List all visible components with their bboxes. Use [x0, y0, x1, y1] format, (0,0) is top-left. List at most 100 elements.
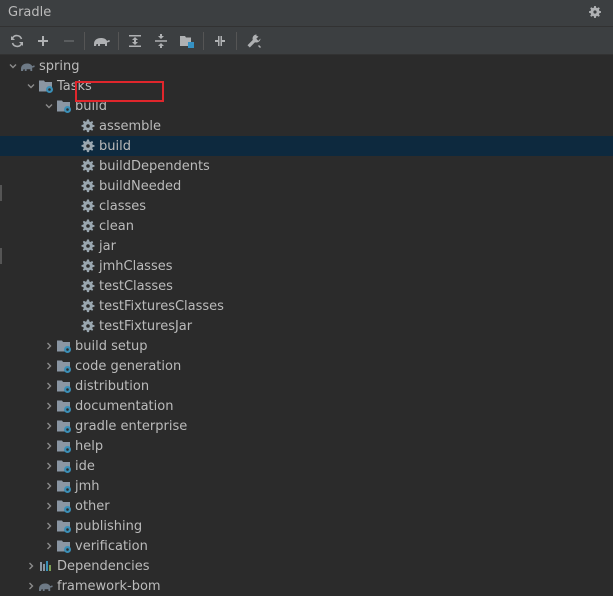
chevron-right-icon[interactable]	[42, 539, 56, 553]
chevron-right-icon[interactable]	[42, 339, 56, 353]
elephant-icon	[94, 38, 110, 46]
tree-item-task[interactable]: buildDependents	[0, 156, 613, 176]
task-group-folder-icon	[56, 418, 72, 434]
task-group-folder-icon	[56, 478, 72, 494]
expand-all-icon	[129, 35, 141, 47]
tree-item-project[interactable]: framework-bom	[0, 576, 613, 596]
tree-item-task[interactable]: assemble	[0, 116, 613, 136]
tree-item-label: code generation	[75, 358, 182, 374]
chevron-down-icon[interactable]	[42, 99, 56, 113]
offline-mode-button[interactable]	[211, 32, 229, 50]
tree-item-task[interactable]: clean	[0, 216, 613, 236]
tree-item-dependencies[interactable]: Dependencies	[0, 556, 613, 576]
tree-item-task-group[interactable]: publishing	[0, 516, 613, 536]
tree-item-task-group[interactable]: other	[0, 496, 613, 516]
task-group-folder-icon	[56, 538, 72, 554]
tree-item-task-group[interactable]: documentation	[0, 396, 613, 416]
task-group-folder-icon	[56, 98, 72, 114]
tree-item-label: testClasses	[99, 278, 173, 294]
group-button[interactable]	[178, 32, 196, 50]
unlink-project-button[interactable]	[60, 32, 78, 50]
task-gear-icon	[80, 218, 96, 234]
tree-item-label: clean	[99, 218, 134, 234]
reload-button[interactable]	[8, 32, 26, 50]
task-gear-icon	[80, 238, 96, 254]
tree-item-task-group[interactable]: jmh	[0, 476, 613, 496]
tree-item-task[interactable]: jmhClasses	[0, 256, 613, 276]
offline-icon	[215, 36, 225, 46]
tree-item-task-group[interactable]: code generation	[0, 356, 613, 376]
tree-item-task[interactable]: build	[0, 136, 613, 156]
tree-item-label: build	[75, 98, 107, 114]
tree-item-label: assemble	[99, 118, 162, 134]
chevron-right-icon[interactable]	[42, 399, 56, 413]
tree-item-task-group[interactable]: build setup	[0, 336, 613, 356]
task-group-folder-icon	[56, 498, 72, 514]
tree-item-task-group[interactable]: help	[0, 436, 613, 456]
tree-item-task[interactable]: testClasses	[0, 276, 613, 296]
tree-item-label: classes	[99, 198, 147, 214]
plus-icon	[38, 36, 48, 46]
tree-item-label: buildDependents	[99, 158, 210, 174]
chevron-down-icon[interactable]	[6, 59, 20, 73]
tree-item-label: framework-bom	[57, 578, 161, 594]
chevron-right-icon[interactable]	[42, 519, 56, 533]
task-gear-icon	[80, 158, 96, 174]
tasks-folder-icon	[38, 78, 54, 94]
gradle-tree: spring Tasks build assemble build buildDepend…	[0, 55, 613, 595]
tree-item-task[interactable]: testFixturesClasses	[0, 296, 613, 316]
tree-item-task-group[interactable]: ide	[0, 456, 613, 476]
task-group-folder-icon	[56, 458, 72, 474]
tree-item-task-group[interactable]: gradle enterprise	[0, 416, 613, 436]
tree-item-task[interactable]: classes	[0, 196, 613, 216]
chevron-right-icon[interactable]	[42, 479, 56, 493]
chevron-right-icon[interactable]	[42, 379, 56, 393]
tree-item-task-group[interactable]: build	[0, 96, 613, 116]
chevron-right-icon[interactable]	[42, 359, 56, 373]
tree-item-task-group[interactable]: distribution	[0, 376, 613, 396]
tree-item-label: jmhClasses	[99, 258, 173, 274]
dependencies-icon	[38, 558, 54, 574]
chevron-right-icon[interactable]	[42, 419, 56, 433]
toolbar-separator	[203, 32, 204, 50]
tree-item-project[interactable]: spring	[0, 56, 613, 76]
task-gear-icon	[80, 278, 96, 294]
tree-item-tasks[interactable]: Tasks	[0, 76, 613, 96]
gradle-elephant-icon	[38, 578, 54, 594]
link-project-button[interactable]	[34, 32, 52, 50]
tree-item-label: build	[99, 138, 131, 154]
chevron-right-icon[interactable]	[24, 559, 38, 573]
tool-window-header: Gradle	[0, 0, 613, 27]
gradle-elephant-icon	[20, 58, 36, 74]
chevron-down-icon[interactable]	[24, 79, 38, 93]
execute-task-button[interactable]	[92, 32, 112, 50]
chevron-right-icon[interactable]	[24, 579, 38, 593]
tree-item-task[interactable]: buildNeeded	[0, 176, 613, 196]
expand-all-button[interactable]	[126, 32, 144, 50]
scroll-marker	[0, 248, 2, 264]
task-group-folder-icon	[56, 338, 72, 354]
toolbar-separator	[236, 32, 237, 50]
chevron-right-icon[interactable]	[42, 439, 56, 453]
task-gear-icon	[80, 198, 96, 214]
tree-item-label: other	[75, 498, 110, 514]
tree-item-label: gradle enterprise	[75, 418, 188, 434]
settings-gear-icon[interactable]	[587, 4, 603, 20]
tree-item-label: documentation	[75, 398, 174, 414]
chevron-right-icon[interactable]	[42, 459, 56, 473]
chevron-right-icon[interactable]	[42, 499, 56, 513]
task-group-folder-icon	[56, 378, 72, 394]
tool-window-title: Gradle	[8, 5, 52, 20]
tree-item-task[interactable]: jar	[0, 236, 613, 256]
tree-item-label: Dependencies	[57, 558, 150, 574]
tree-item-task[interactable]: testFixturesJar	[0, 316, 613, 336]
build-tool-settings-button[interactable]	[245, 32, 263, 50]
collapse-all-button[interactable]	[152, 32, 170, 50]
tree-item-task-group[interactable]: verification	[0, 536, 613, 556]
